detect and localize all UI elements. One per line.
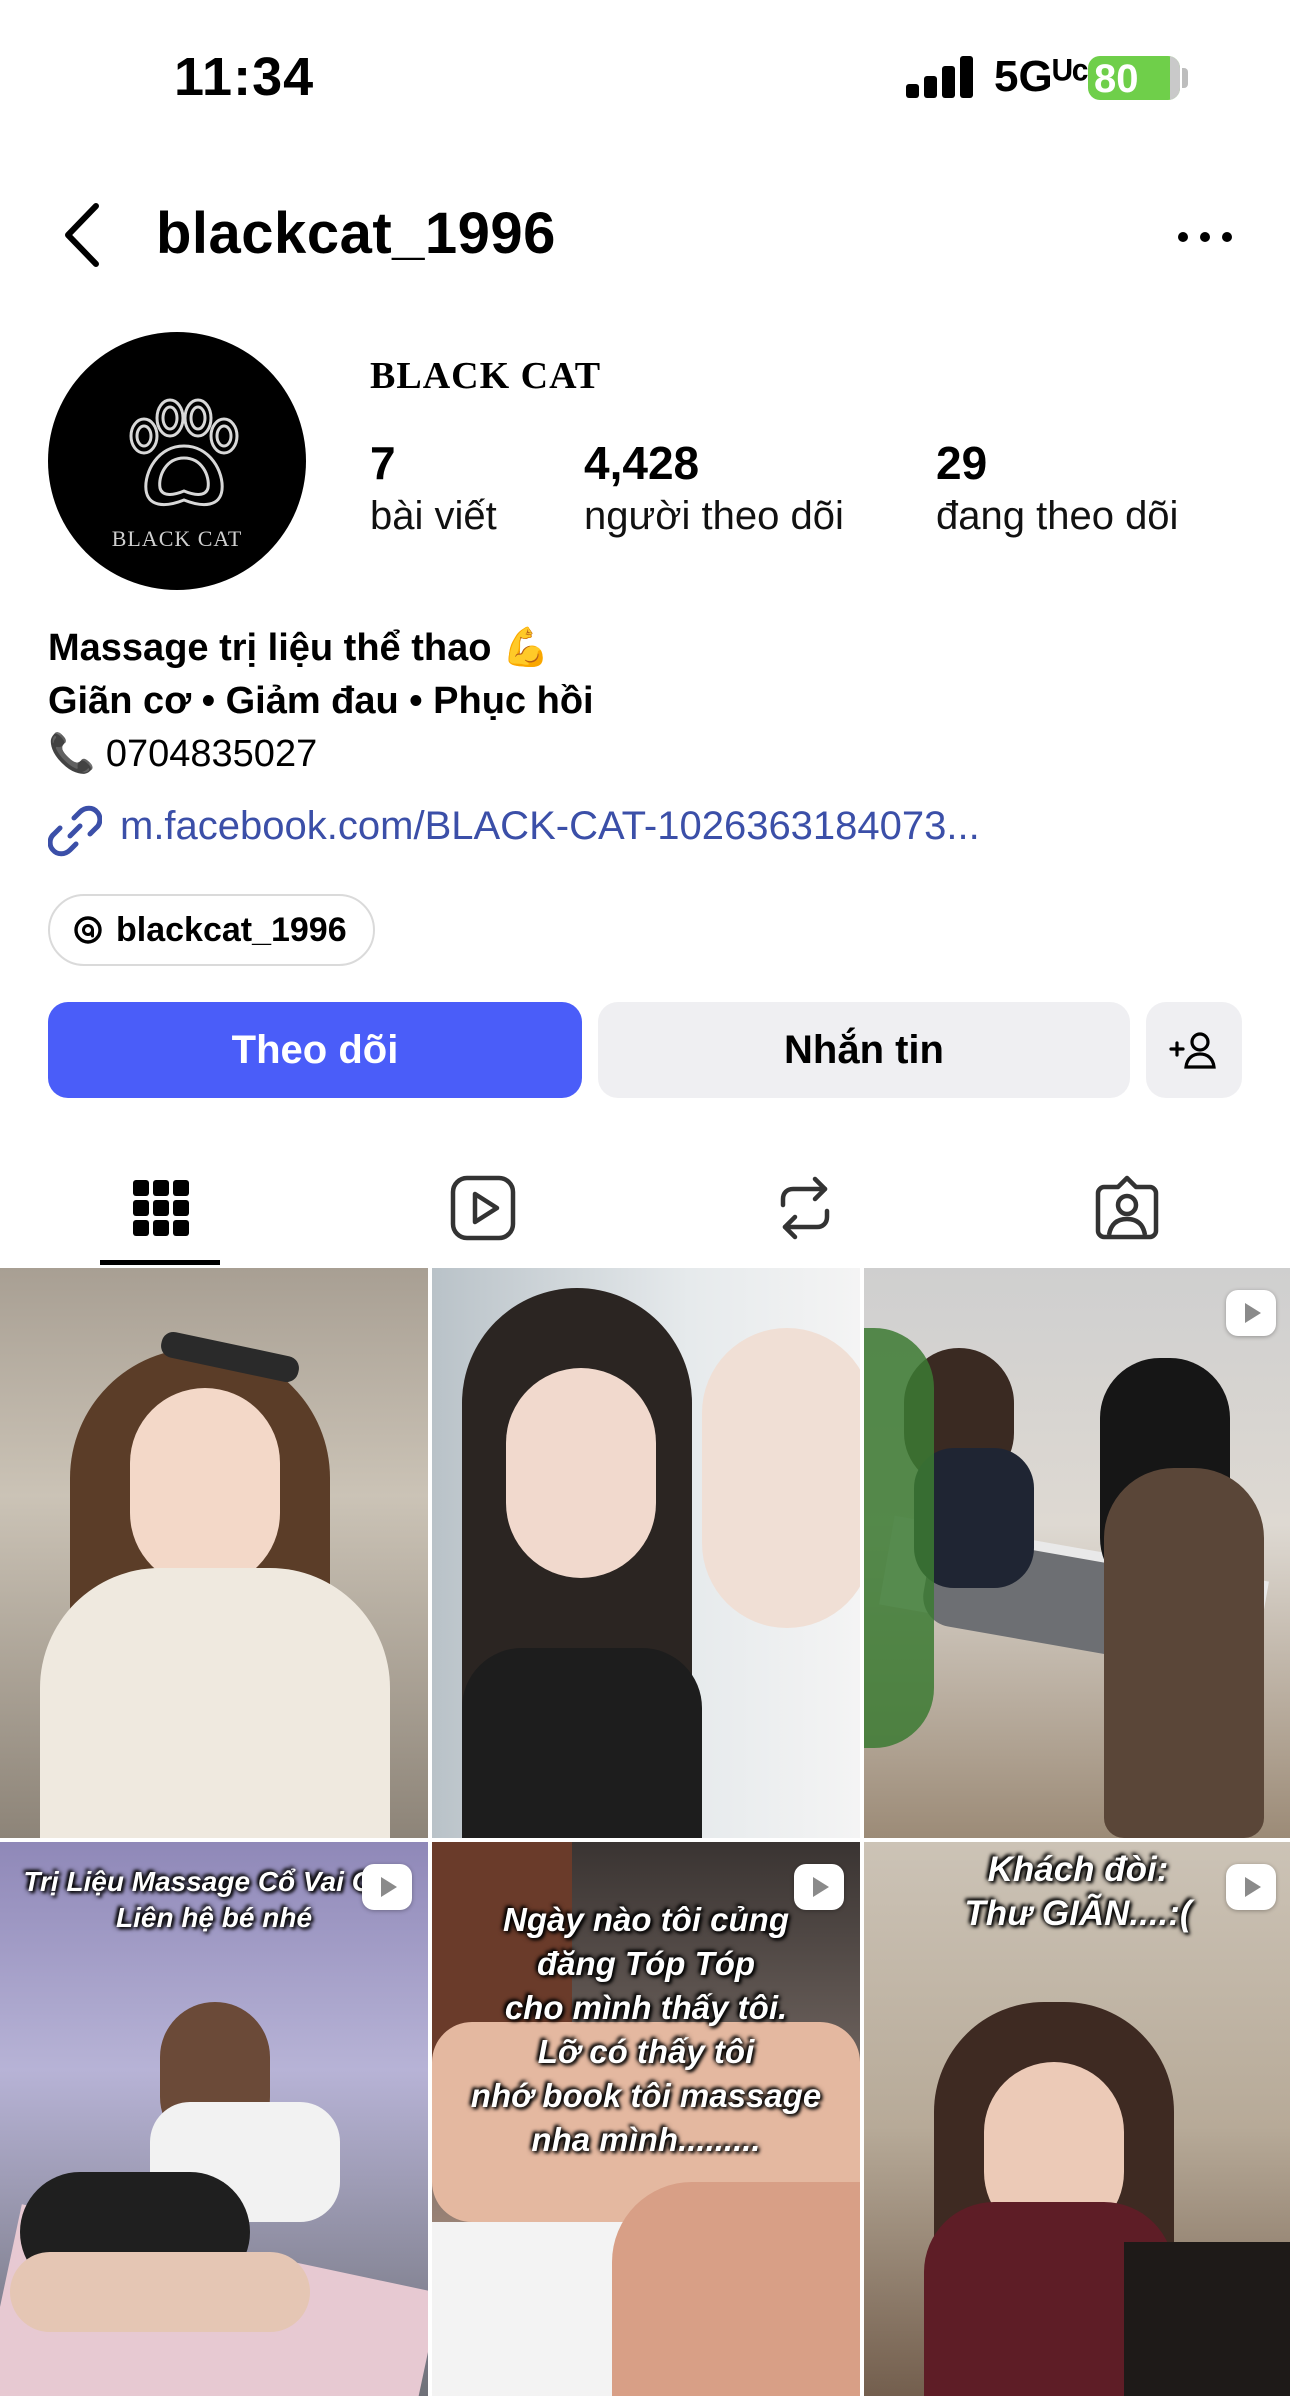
tab-posts-grid[interactable] <box>0 1150 322 1266</box>
post-caption-text: Ngày nào tôi củng đăng Tóp Tóp cho mình th… <box>432 1898 860 2162</box>
profile-bio: Massage trị liệu thể thao 💪 Giãn cơ • Gi… <box>48 622 1248 781</box>
repost-icon <box>780 1176 830 1240</box>
back-button[interactable] <box>56 200 116 270</box>
reel-indicator-icon <box>362 1864 412 1910</box>
battery-cap <box>1182 68 1188 88</box>
post-thumbnail[interactable] <box>0 1268 428 1838</box>
stat-posts: 7 bài viết <box>370 436 497 539</box>
stat-posts-label: bài viết <box>370 494 497 538</box>
threads-badge[interactable]: blackcat_1996 <box>48 894 375 966</box>
post-caption-line: Lỡ có thấy tôi <box>537 2033 755 2070</box>
stat-posts-value: 7 <box>370 437 396 489</box>
status-time: 11:34 <box>174 47 315 107</box>
post-caption-line: nha mình......... <box>531 2121 761 2158</box>
link-icon <box>48 805 102 857</box>
bio-line-1: Massage trị liệu thể thao 💪 <box>48 627 550 669</box>
profile-link[interactable]: m.facebook.com/BLACK-CAT-1026363184073..… <box>48 800 1248 858</box>
message-button[interactable]: Nhắn tin <box>598 1002 1130 1098</box>
post-thumbnail[interactable]: Ngày nào tôi củng đăng Tóp Tóp cho mình th… <box>432 1842 860 2396</box>
post-thumbnail[interactable]: Trị Liệu Massage Cổ Vai Gáy Liên hệ bé nh… <box>0 1842 428 2396</box>
active-tab-indicator <box>100 1260 220 1265</box>
post-caption-line: nhớ book tôi massage <box>470 2077 822 2114</box>
stat-followers-value: 4,428 <box>584 437 700 489</box>
network-indicator: 5Gᵁᶜ <box>994 52 1089 101</box>
tagged-person-icon <box>1095 1175 1159 1240</box>
stat-following[interactable]: 29 đang theo dõi <box>936 436 1178 539</box>
avatar[interactable]: BLACK CAT <box>48 332 306 590</box>
status-bar: 11:34 5Gᵁᶜ 80 <box>0 0 1290 150</box>
add-user-icon <box>1169 1032 1216 1069</box>
post-thumbnail[interactable] <box>864 1268 1290 1838</box>
chevron-left-icon <box>65 203 99 267</box>
bio-line-3[interactable]: 📞 0704835027 <box>48 728 1248 781</box>
battery-icon: 80 <box>1088 56 1180 100</box>
post-caption-line: cho mình thấy tôi. <box>504 1989 788 2026</box>
avatar-logo-text: BLACK CAT <box>111 526 243 551</box>
signal-icon <box>906 56 976 98</box>
page-title: blackcat_1996 <box>156 201 556 266</box>
display-name: BLACK CAT <box>370 355 602 397</box>
post-caption-line: đăng Tóp Tóp <box>536 1945 756 1982</box>
reel-indicator-icon <box>1226 1290 1276 1336</box>
posts-grid: Trị Liệu Massage Cổ Vai Gáy Liên hệ bé nh… <box>0 1268 1290 2396</box>
post-thumbnail[interactable]: Khách đòi: Thư GIÃN....:( <box>864 1842 1290 2396</box>
bio-line-2: Giãn cơ • Giảm đau • Phục hồi <box>48 680 594 722</box>
stat-followers-label: người theo dõi <box>584 494 844 538</box>
stat-following-value: 29 <box>936 437 988 489</box>
profile-tabs <box>0 1150 1290 1266</box>
reels-icon <box>450 1175 516 1241</box>
suggested-accounts-button[interactable] <box>1146 1002 1242 1098</box>
follow-button[interactable]: Theo dõi <box>48 1002 582 1098</box>
stat-following-label: đang theo dõi <box>936 494 1179 538</box>
tab-reposts[interactable] <box>644 1150 966 1266</box>
post-thumbnail[interactable] <box>432 1268 860 1838</box>
tab-tagged[interactable] <box>966 1150 1288 1266</box>
grid-icon <box>133 1180 189 1236</box>
battery-level: 80 <box>1094 57 1139 100</box>
profile-link-text[interactable]: m.facebook.com/BLACK-CAT-1026363184073..… <box>120 804 980 849</box>
more-options-button[interactable] <box>1176 206 1236 266</box>
reel-indicator-icon <box>1226 1864 1276 1910</box>
post-caption-overlay: Ngày nào tôi củng đăng Tóp Tóp cho mình th… <box>432 1898 860 2162</box>
threads-icon <box>74 916 102 944</box>
stat-followers[interactable]: 4,428 người theo dõi <box>584 436 844 539</box>
tab-reels[interactable] <box>322 1150 644 1266</box>
threads-handle: blackcat_1996 <box>116 910 347 949</box>
reel-indicator-icon <box>794 1864 844 1910</box>
profile-header: blackcat_1996 <box>0 180 1290 290</box>
